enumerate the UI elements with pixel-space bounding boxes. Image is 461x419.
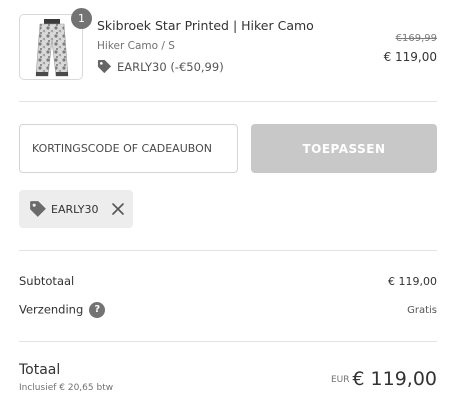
- total-label: Totaal: [19, 362, 61, 378]
- applied-discount-code: EARLY30: [51, 202, 99, 216]
- item-price: € 119,00: [383, 50, 437, 64]
- tax-note: Inclusief € 20,65 btw: [19, 383, 114, 393]
- tag-icon: [97, 59, 112, 74]
- line-item: 1 Skibroek Star Printed | Hiker Camo Hik…: [19, 8, 437, 82]
- divider: [19, 101, 437, 102]
- total-amount: € 119,00: [352, 368, 437, 390]
- product-title: Skibroek Star Printed | Hiker Camo: [97, 18, 314, 33]
- divider: [19, 341, 437, 342]
- product-thumbnail: 1: [19, 8, 92, 80]
- shipping-value: Gratis: [407, 305, 437, 316]
- tag-icon: [30, 201, 46, 217]
- quantity-badge: 1: [71, 8, 92, 29]
- apply-discount-button[interactable]: TOEPASSEN: [251, 124, 437, 173]
- ski-pants-image: [35, 19, 69, 77]
- question-icon[interactable]: ?: [89, 302, 106, 318]
- divider: [19, 250, 437, 251]
- discount-code-input[interactable]: [19, 124, 238, 173]
- product-variant: Hiker Camo / S: [97, 40, 175, 52]
- original-price: €169,99: [395, 33, 437, 44]
- subtotal-value: € 119,00: [388, 275, 437, 288]
- subtotal-label: Subtotaal: [19, 274, 75, 288]
- close-icon[interactable]: [111, 202, 125, 216]
- product-discount-label: EARLY30 (-€50,99): [117, 59, 224, 74]
- shipping-label: Verzending: [19, 302, 84, 317]
- currency-code: EUR: [331, 375, 350, 385]
- product-discount: EARLY30 (-€50,99): [97, 59, 224, 74]
- shipping-row: Verzending?: [19, 302, 106, 318]
- applied-discount-chip: EARLY30: [19, 190, 133, 228]
